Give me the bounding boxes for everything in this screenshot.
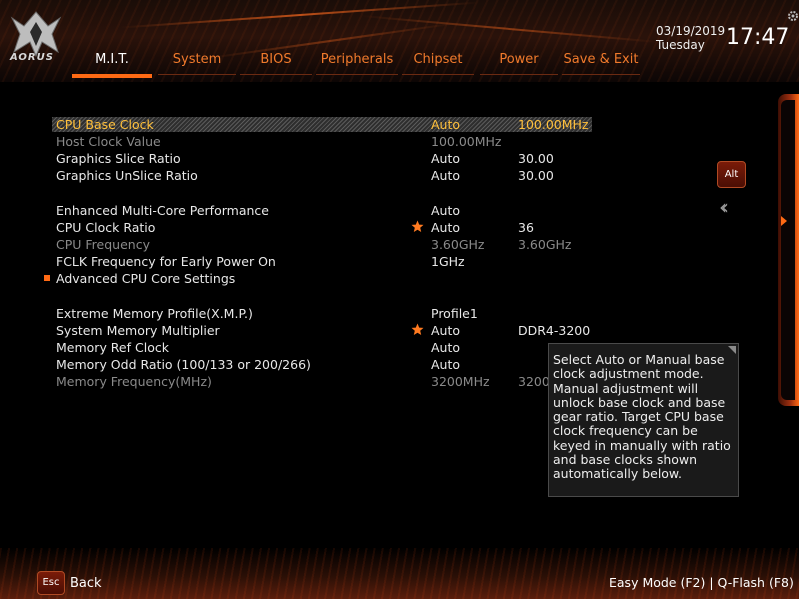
setting-value: Auto	[431, 203, 461, 218]
setting-current-value: 3200	[518, 374, 550, 389]
help-panel: Select Auto or Manual base clock adjustm…	[548, 343, 739, 497]
setting-label: Graphics UnSlice Ratio	[56, 168, 198, 183]
setting-host-clock-value: Host Clock Value 100.00MHz	[0, 133, 600, 150]
setting-label: Advanced CPU Core Settings	[56, 271, 236, 286]
setting-value: 1GHz	[431, 254, 465, 269]
tab-label: Power	[499, 52, 539, 67]
setting-value: Profile1	[431, 306, 478, 321]
tab-underline	[316, 74, 398, 75]
date-text: 03/19/2019	[656, 24, 726, 38]
setting-memory-ref-clock[interactable]: Memory Ref Clock Auto	[0, 339, 600, 356]
setting-value: Auto	[431, 340, 461, 355]
tab-underline	[72, 74, 152, 78]
tab-peripherals[interactable]: Peripherals	[316, 50, 398, 75]
setting-value: 3.60GHz	[431, 237, 485, 252]
tab-bios[interactable]: BIOS	[240, 50, 312, 75]
tab-power[interactable]: Power	[480, 50, 558, 75]
double-chevron-left-icon[interactable]: ‹‹	[719, 195, 729, 219]
setting-label: CPU Clock Ratio	[56, 220, 156, 235]
side-panel-tab[interactable]	[778, 94, 799, 406]
setting-cpu-base-clock[interactable]: CPU Base Clock Auto 100.00MHz	[0, 116, 600, 133]
tab-save-exit[interactable]: Save & Exit	[562, 50, 640, 75]
back-label[interactable]: Back	[70, 576, 102, 591]
alt-key-button[interactable]: Alt	[717, 161, 746, 188]
easy-mode-qflash-text[interactable]: Easy Mode (F2) | Q-Flash (F8)	[609, 575, 794, 590]
star-icon	[411, 220, 424, 232]
tab-underline	[240, 74, 312, 75]
tab-label: System	[172, 52, 222, 67]
setting-system-memory-multiplier[interactable]: System Memory Multiplier Auto DDR4-3200	[0, 322, 600, 339]
footer-bar	[0, 548, 799, 599]
star-icon	[411, 323, 424, 335]
setting-memory-odd-ratio[interactable]: Memory Odd Ratio (100/133 or 200/266) Au…	[0, 356, 600, 373]
submenu-advanced-cpu-core[interactable]: Advanced CPU Core Settings	[0, 270, 600, 287]
setting-xmp[interactable]: Extreme Memory Profile(X.M.P.) Profile1	[0, 305, 600, 322]
tab-underline	[562, 74, 640, 75]
setting-fclk-frequency[interactable]: FCLK Frequency for Early Power On 1GHz	[0, 253, 600, 270]
setting-current-value: 100.00MHz	[518, 117, 589, 132]
time-display: 17:47	[726, 25, 790, 50]
gear-icon[interactable]	[787, 10, 799, 22]
setting-value: Auto	[431, 357, 461, 372]
day-text: Tuesday	[656, 38, 705, 52]
setting-label: Memory Ref Clock	[56, 340, 169, 355]
setting-label: Memory Odd Ratio (100/133 or 200/266)	[56, 357, 311, 372]
setting-label: Graphics Slice Ratio	[56, 151, 181, 166]
header-streak	[120, 1, 480, 29]
tab-label: BIOS	[260, 52, 292, 67]
setting-label: Memory Frequency(MHz)	[56, 374, 212, 389]
setting-cpu-clock-ratio[interactable]: CPU Clock Ratio Auto 36	[0, 219, 600, 236]
tab-label: Chipset	[413, 52, 463, 67]
setting-current-value: 30.00	[518, 168, 554, 183]
header-bar: AORUS M.I.T. System BIOS Peripherals Chi…	[0, 0, 799, 82]
tab-underline	[158, 74, 236, 75]
setting-label: Host Clock Value	[56, 134, 161, 149]
setting-value: Auto	[431, 151, 461, 166]
esc-key-button[interactable]: Esc	[37, 571, 65, 595]
setting-label: CPU Base Clock	[56, 117, 154, 132]
setting-value: Auto	[431, 117, 461, 132]
setting-value: Auto	[431, 323, 461, 338]
setting-memory-frequency: Memory Frequency(MHz) 3200MHz 3200	[0, 373, 600, 390]
setting-current-value: 36	[518, 220, 534, 235]
setting-value: Auto	[431, 220, 461, 235]
submenu-bullet-icon	[44, 275, 50, 281]
setting-graphics-unslice-ratio[interactable]: Graphics UnSlice Ratio Auto 30.00	[0, 167, 600, 184]
setting-label: System Memory Multiplier	[56, 323, 220, 338]
setting-enhanced-multi-core[interactable]: Enhanced Multi-Core Performance Auto	[0, 202, 600, 219]
tab-mit[interactable]: M.I.T.	[72, 50, 152, 78]
tab-label: Save & Exit	[563, 52, 639, 67]
setting-current-value: 30.00	[518, 151, 554, 166]
side-arrow-icon	[781, 216, 787, 226]
setting-current-value: DDR4-3200	[518, 323, 591, 338]
tab-underline	[402, 74, 474, 75]
setting-value: Auto	[431, 168, 461, 183]
setting-value: 100.00MHz	[431, 134, 502, 149]
tab-label: Peripherals	[320, 52, 394, 67]
tab-label: M.I.T.	[95, 52, 129, 67]
setting-value: 3200MHz	[431, 374, 490, 389]
setting-label: FCLK Frequency for Early Power On	[56, 254, 276, 269]
help-fold-icon	[728, 346, 736, 354]
tab-underline	[480, 74, 558, 75]
setting-graphics-slice-ratio[interactable]: Graphics Slice Ratio Auto 30.00	[0, 150, 600, 167]
setting-label: CPU Frequency	[56, 237, 150, 252]
brand-logo-text: AORUS	[10, 52, 54, 63]
setting-cpu-frequency: CPU Frequency 3.60GHz 3.60GHz	[0, 236, 600, 253]
tab-chipset[interactable]: Chipset	[402, 50, 474, 75]
setting-label: Enhanced Multi-Core Performance	[56, 203, 269, 218]
setting-current-value: 3.60GHz	[518, 237, 572, 252]
setting-label: Extreme Memory Profile(X.M.P.)	[56, 306, 253, 321]
date-display: 03/19/2019 Tuesday	[656, 24, 725, 52]
tab-system[interactable]: System	[158, 50, 236, 75]
help-text: Select Auto or Manual base clock adjustm…	[553, 352, 731, 482]
